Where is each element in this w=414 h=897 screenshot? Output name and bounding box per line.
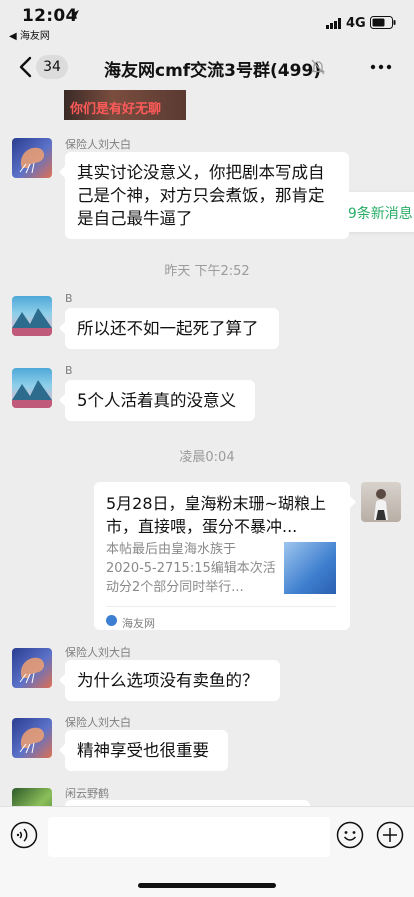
message-bubble[interactable]: 5个人活着真的没意义 xyxy=(59,380,255,421)
avatar[interactable] xyxy=(12,788,52,806)
message-bubble[interactable]: 精神享受也很重要 xyxy=(59,730,228,771)
shrimp-avatar-icon xyxy=(19,147,45,174)
avatar[interactable] xyxy=(12,648,52,688)
mute-bell-icon xyxy=(311,59,325,75)
message-list[interactable]: 你们是有好无聊 119条新消息 保险人刘大白 其实讨论没意义，你把剧本写成自己是… xyxy=(0,90,414,806)
person-photo-icon xyxy=(374,489,388,520)
sender-name: 保险人刘大白 xyxy=(65,716,131,729)
status-bar: 12:04 ◀ 海友网 4G xyxy=(0,0,414,44)
shared-image-caption: 你们是有好无聊 xyxy=(70,102,162,117)
chat-header: 34 海友网cmf交流3号群(499) xyxy=(0,44,414,90)
avatar[interactable] xyxy=(12,296,52,336)
battery-icon xyxy=(370,16,396,29)
chat-title: 海友网cmf交流3号群(499) xyxy=(104,61,322,81)
message-bubble[interactable]: 其实讨论没意义，你把剧本写成自己是个神，对方只会煮饭，那肯定是自己最牛逼了 xyxy=(59,152,349,239)
divider xyxy=(106,606,336,607)
avatar[interactable] xyxy=(12,718,52,758)
more-functions-plus-icon[interactable] xyxy=(376,821,404,849)
network-type: 4G xyxy=(346,16,366,31)
link-card[interactable]: 5月28日，皇海粉末珊~瑚粮上市，直接喂，蛋分不暴冲... 本帖最后由皇海水族于… xyxy=(94,482,356,630)
back-chevron-icon[interactable] xyxy=(18,56,32,78)
my-avatar[interactable] xyxy=(361,482,401,522)
sender-name: B xyxy=(65,292,73,305)
shrimp-avatar-icon xyxy=(19,727,45,754)
input-bar xyxy=(0,806,414,897)
more-options-icon[interactable] xyxy=(370,64,392,70)
avatar[interactable] xyxy=(12,368,52,408)
sender-name: 保险人刘大白 xyxy=(65,646,131,659)
signal-icon xyxy=(326,18,341,29)
home-indicator[interactable] xyxy=(138,883,276,888)
emoji-icon[interactable] xyxy=(336,821,364,849)
mountain-avatar-icon xyxy=(12,308,52,336)
message-timestamp: 凌晨0:04 xyxy=(179,450,235,465)
sender-name: B xyxy=(65,364,73,377)
avatar[interactable] xyxy=(12,138,52,178)
unread-count-badge[interactable]: 34 xyxy=(36,55,68,79)
location-arrow-icon xyxy=(71,10,79,18)
shrimp-avatar-icon xyxy=(19,657,45,684)
sender-name: 闲云野鹤 xyxy=(65,787,109,800)
message-timestamp: 昨天 下午2:52 xyxy=(164,264,250,279)
sender-name: 保险人刘大白 xyxy=(65,138,131,151)
source-logo-icon xyxy=(106,615,117,626)
link-card-title: 5月28日，皇海粉末珊~瑚粮上市，直接喂，蛋分不暴冲... xyxy=(106,494,326,536)
shared-image[interactable]: 你们是有好无聊 xyxy=(64,90,186,120)
message-bubble[interactable]: 所以还不如一起死了算了 xyxy=(59,308,279,349)
message-bubble[interactable]: 为什么选项没有卖鱼的？ xyxy=(59,660,280,701)
back-to-app-link[interactable]: ◀ 海友网 xyxy=(9,27,50,42)
link-card-description: 本帖最后由皇海水族于 2020-5-2715:15编辑本次活动分2个部分同时举行… xyxy=(106,542,276,595)
message-input[interactable] xyxy=(48,817,330,857)
mountain-avatar-icon xyxy=(12,380,52,408)
voice-input-icon[interactable] xyxy=(10,821,38,849)
link-card-thumbnail xyxy=(284,542,336,594)
link-card-source: 海友网 xyxy=(122,617,155,630)
